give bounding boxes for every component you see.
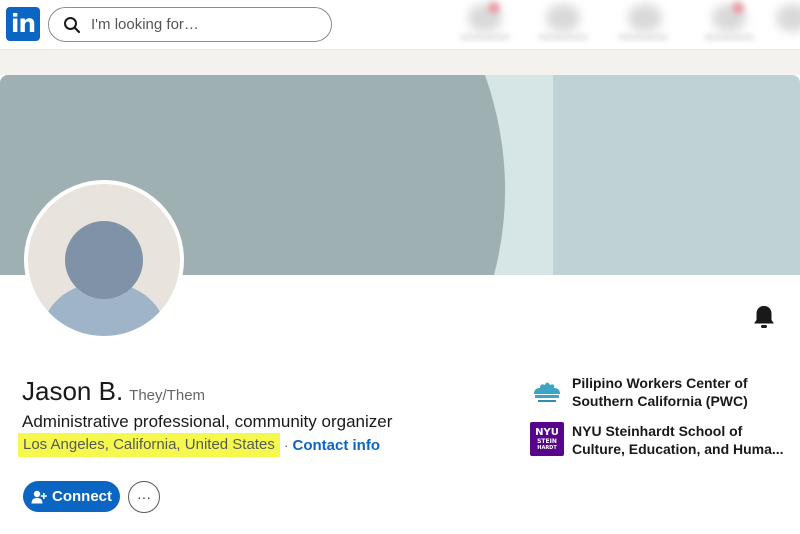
profile-name: Jason B. (22, 376, 124, 406)
connect-label: Connect (52, 488, 112, 505)
nav-label-blurred-3 (618, 34, 668, 40)
notification-dot-1 (488, 2, 500, 14)
nav-icons-blurred (460, 0, 800, 50)
search-icon (64, 16, 81, 33)
profile-location: Los Angeles, California, United States (18, 433, 280, 457)
profile-avatar[interactable] (24, 180, 184, 340)
search-bar[interactable] (48, 7, 332, 42)
more-actions-button[interactable]: ··· (128, 481, 160, 513)
nav-item-blurred-3[interactable] (628, 4, 662, 32)
connect-button[interactable]: Connect (23, 481, 120, 512)
nav-label-blurred-1 (460, 34, 510, 40)
linkedin-logo[interactable]: in (6, 7, 40, 41)
more-icon: ··· (137, 489, 151, 505)
org-pwc[interactable]: Pilipino Workers Center of Southern Cali… (530, 374, 787, 410)
add-person-icon (31, 490, 47, 503)
profile-pronouns: They/Them (129, 387, 206, 404)
search-input[interactable] (91, 16, 311, 33)
nav-label-blurred-4 (704, 34, 754, 40)
profile-headline: Administrative professional, community o… (22, 412, 393, 431)
org-name-pwc: Pilipino Workers Center of Southern Cali… (572, 375, 748, 409)
bell-icon[interactable] (752, 304, 776, 330)
nyu-steinhardt-logo: NYU STEIN HARDT (530, 422, 564, 456)
pwc-logo-icon (530, 374, 564, 408)
contact-info-link[interactable]: Contact info (293, 437, 381, 454)
location-row: Los Angeles, California, United States ·… (18, 433, 380, 457)
top-nav: in (0, 0, 800, 50)
avatar-placeholder-icon (28, 184, 180, 336)
separator-dot: · (283, 437, 289, 453)
nav-item-blurred-2[interactable] (546, 4, 580, 32)
nav-label-blurred-2 (538, 34, 588, 40)
nav-item-blurred-5[interactable] (776, 4, 800, 32)
page-background (0, 50, 800, 75)
name-row: Jason B. They/Them (22, 376, 205, 407)
notification-dot-2 (732, 2, 744, 14)
org-name-nyu: NYU Steinhardt School of Culture, Educat… (572, 423, 784, 457)
org-nyu-steinhardt[interactable]: NYU STEIN HARDT NYU Steinhardt School of… (530, 422, 787, 458)
